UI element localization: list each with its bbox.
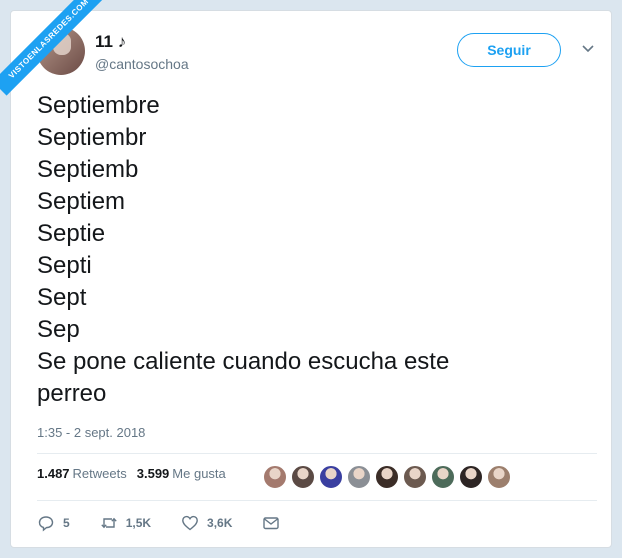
tweet-line: Septi xyxy=(37,252,92,279)
like-count: 3,6K xyxy=(207,516,233,530)
liker-avatar[interactable] xyxy=(403,465,427,489)
reply-icon xyxy=(38,516,54,532)
tweet-line: Se pone caliente cuando escucha este xyxy=(37,348,450,375)
divider xyxy=(37,500,597,501)
follow-button[interactable]: Seguir xyxy=(457,33,561,67)
message-button[interactable] xyxy=(262,514,280,532)
watermark-ribbon: VISTOENLASREDES.COM xyxy=(0,0,106,96)
reply-button[interactable]: 5 xyxy=(37,514,70,532)
envelope-icon xyxy=(263,517,280,530)
liker-avatar[interactable] xyxy=(263,465,287,489)
liker-avatars xyxy=(263,465,511,489)
like-button[interactable]: 3,6K xyxy=(181,514,232,532)
retweet-count: 1,5K xyxy=(125,516,152,530)
liker-avatar[interactable] xyxy=(487,465,511,489)
liker-avatar[interactable] xyxy=(319,465,343,489)
heart-icon xyxy=(182,515,198,531)
tweet-timestamp[interactable]: 1:35 - 2 sept. 2018 xyxy=(37,425,145,440)
chevron-down-icon[interactable] xyxy=(581,41,595,55)
liker-avatar[interactable] xyxy=(347,465,371,489)
tweet-line: Septiem xyxy=(37,188,126,215)
action-bar: 5 1,5K 3,6K xyxy=(37,514,310,532)
user-handle[interactable]: @cantosochoa xyxy=(95,56,189,72)
user-name[interactable]: 11 ♪ xyxy=(95,32,126,52)
tweet-line: Septiembr xyxy=(37,124,147,151)
liker-avatar[interactable] xyxy=(291,465,315,489)
tweet-line: perreo xyxy=(37,380,107,407)
retweet-button[interactable]: 1,5K xyxy=(100,514,151,532)
liker-avatar[interactable] xyxy=(375,465,399,489)
retweet-icon xyxy=(100,517,117,529)
likes-stat[interactable]: 3.599 Me gusta xyxy=(137,466,226,481)
tweet-line: Septiembre xyxy=(37,92,160,119)
tweet-line: Septiemb xyxy=(37,156,139,183)
liker-avatar[interactable] xyxy=(459,465,483,489)
tweet-line: Septie xyxy=(37,220,106,247)
tweet-line: Sept xyxy=(37,284,87,311)
engagement-stats: 1.487 Retweets 3.599 Me gusta xyxy=(37,466,226,481)
divider xyxy=(37,453,597,454)
tweet-line: Sep xyxy=(37,316,80,343)
tweet-text: Septiembre Septiembr Septiemb Septiem Se… xyxy=(37,90,597,410)
reply-count: 5 xyxy=(63,516,70,530)
retweets-stat[interactable]: 1.487 Retweets xyxy=(37,466,127,481)
tweet-card: VISTOENLASREDES.COM 11 ♪ @cantosochoa Se… xyxy=(0,0,612,548)
liker-avatar[interactable] xyxy=(431,465,455,489)
